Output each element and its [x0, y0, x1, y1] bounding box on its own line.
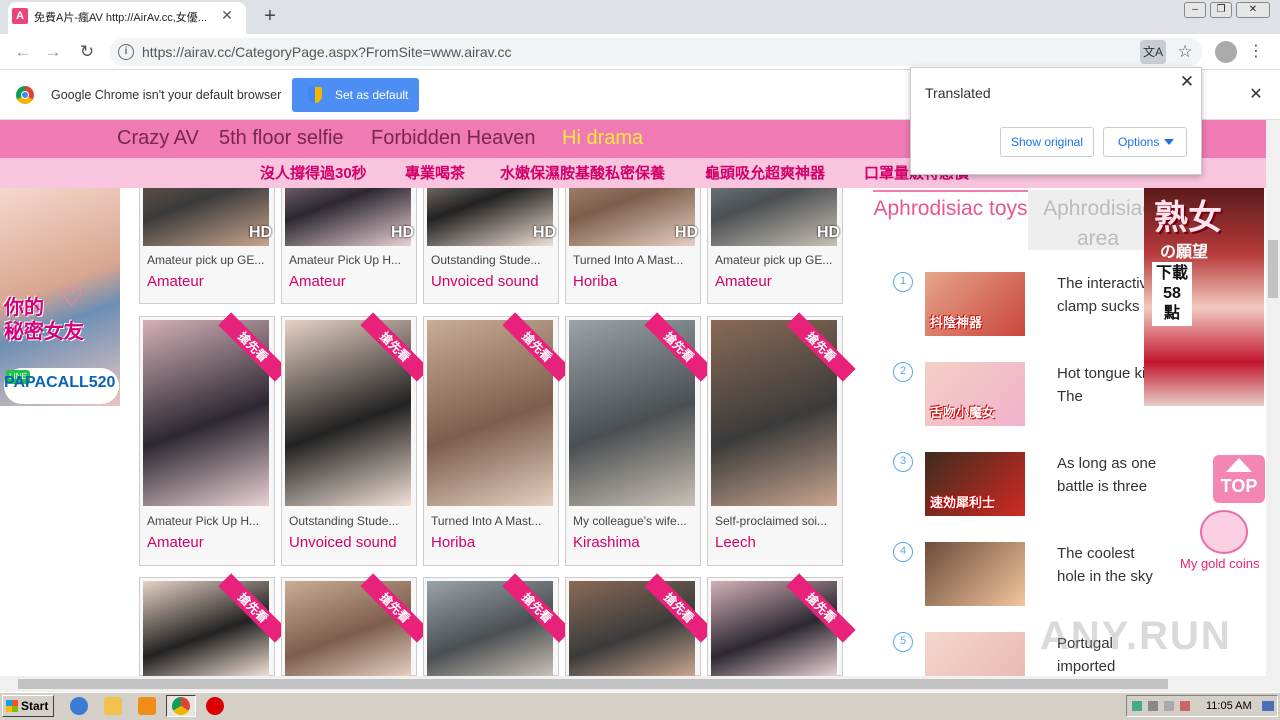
product-thumbnail[interactable] — [925, 542, 1025, 606]
rank-number-badge: 1 — [893, 272, 913, 292]
show-original-button[interactable]: Show original — [1000, 127, 1094, 157]
video-title[interactable]: Amateur Pick Up H... — [289, 253, 411, 267]
tray-flag-icon[interactable] — [1180, 701, 1190, 711]
video-category[interactable]: Horiba — [431, 534, 475, 551]
video-category[interactable]: Amateur — [289, 273, 346, 290]
video-category[interactable]: Kirashima — [573, 534, 640, 551]
security-alert-icon[interactable] — [206, 697, 224, 715]
rank-number-badge: 2 — [893, 362, 913, 382]
hd-badge: HD — [391, 224, 415, 241]
right-ad-title: 熟女 — [1154, 199, 1222, 237]
video-title[interactable]: Amateur pick up GE... — [147, 253, 269, 267]
product-thumbnail-caption: 抖陰神器 — [930, 315, 983, 330]
nav-crazy-av[interactable]: Crazy AV — [117, 127, 199, 150]
gold-coin-mascot-icon[interactable] — [1200, 510, 1248, 554]
nav-forbidden-heaven[interactable]: Forbidden Heaven — [371, 127, 536, 150]
rank-number-badge: 3 — [893, 452, 913, 472]
video-category[interactable]: Leech — [715, 534, 756, 551]
tray-network-icon[interactable] — [1132, 701, 1142, 711]
translate-options-button[interactable]: Options — [1103, 127, 1187, 157]
tray-action-icon[interactable] — [1164, 701, 1174, 711]
product-thumbnail-caption: 速効犀利士 — [930, 495, 996, 510]
promo-link-1[interactable]: 沒人撐得過30秒 — [260, 162, 367, 183]
translate-popup-close-icon[interactable]: ✕ — [1178, 73, 1196, 91]
tab-close-icon[interactable]: ✕ — [218, 6, 236, 24]
bookmark-star-icon[interactable]: ☆ — [1174, 41, 1196, 63]
taskbar-clock: 11:05 AM — [1206, 700, 1252, 712]
windows-logo-icon — [6, 700, 18, 712]
product-description[interactable]: The coolest hole in the sky — [1057, 542, 1167, 588]
my-gold-coins-link[interactable]: My gold coins — [1180, 556, 1259, 571]
uac-shield-icon — [308, 87, 322, 103]
video-title[interactable]: Turned Into A Mast... — [431, 514, 553, 528]
product-thumbnail-caption: 舌吻小魔女 — [930, 405, 996, 420]
heart-icon: ♡ — [60, 282, 84, 312]
media-player-icon[interactable] — [138, 697, 156, 715]
minimize-window-button[interactable]: – — [1184, 2, 1206, 18]
vertical-scroll-thumb[interactable] — [1268, 240, 1278, 298]
rank-number-badge: 5 — [893, 632, 913, 652]
product-description[interactable]: As long as one battle is three — [1057, 452, 1167, 498]
promo-link-2[interactable]: 專業喝茶 — [405, 162, 465, 183]
close-window-button[interactable]: ✕ — [1236, 2, 1270, 18]
video-category[interactable]: Horiba — [573, 273, 617, 290]
maximize-window-button[interactable]: ❐ — [1210, 2, 1232, 18]
internet-explorer-icon[interactable] — [70, 697, 88, 715]
tab-aphrodisiac-toys-label[interactable]: Aphrodisiac toys — [873, 194, 1028, 224]
tray-display-icon[interactable] — [1262, 701, 1274, 711]
left-ad-line-id: PAPACALL520 — [4, 374, 116, 391]
hd-badge: HD — [249, 224, 273, 241]
video-title[interactable]: Outstanding Stude... — [289, 514, 411, 528]
back-button[interactable]: ← — [12, 41, 34, 63]
forward-button[interactable]: → — [42, 41, 64, 63]
video-title[interactable]: My colleague's wife... — [573, 514, 695, 528]
translate-popup — [910, 67, 1202, 175]
horizontal-scroll-thumb[interactable] — [18, 679, 1168, 689]
right-ad-download-badge: 下載 58 點 — [1152, 262, 1192, 326]
anyrun-watermark: ANY.RUN — [1040, 614, 1232, 658]
video-title[interactable]: Turned Into A Mast... — [573, 253, 695, 267]
infobar-message: Google Chrome isn't your default browser — [51, 88, 282, 102]
nav-5th-floor-selfie[interactable]: 5th floor selfie — [219, 127, 344, 150]
back-to-top-label[interactable]: TOP — [1213, 476, 1265, 497]
profile-avatar-icon[interactable] — [1215, 41, 1237, 63]
tab-title: 免費A片-瘋AV http://AirAv.cc,女優... — [34, 12, 207, 24]
set-as-default-label[interactable]: Set as default — [335, 88, 408, 102]
translate-popup-title: Translated — [925, 85, 991, 101]
hd-badge: HD — [817, 224, 841, 241]
video-title[interactable]: Self-proclaimed soi... — [715, 514, 837, 528]
promo-link-3[interactable]: 水嫩保濕胺基酸私密保養 — [500, 162, 665, 183]
video-category[interactable]: Unvoiced sound — [431, 273, 539, 290]
url-text[interactable]: https://airav.cc/CategoryPage.aspx?FromS… — [142, 44, 511, 60]
video-title[interactable]: Outstanding Stude... — [431, 253, 553, 267]
video-category[interactable]: Amateur — [147, 273, 204, 290]
new-tab-button[interactable]: + — [258, 4, 282, 28]
video-category[interactable]: Amateur — [147, 534, 204, 551]
video-category[interactable]: Unvoiced sound — [289, 534, 397, 551]
site-info-icon[interactable]: i — [118, 44, 134, 60]
nav-hi-drama[interactable]: Hi drama — [562, 127, 643, 150]
hd-badge: HD — [675, 224, 699, 241]
promo-link-4[interactable]: 龜頭吸允超爽神器 — [705, 162, 825, 183]
infobar-close-icon[interactable]: ✕ — [1246, 85, 1266, 105]
video-title[interactable]: Amateur Pick Up H... — [147, 514, 269, 528]
video-title[interactable]: Amateur pick up GE... — [715, 253, 837, 267]
vertical-scrollbar[interactable] — [1266, 120, 1280, 692]
chrome-taskbar-icon — [172, 697, 190, 715]
rank-number-badge: 4 — [893, 542, 913, 562]
tray-volume-icon[interactable] — [1148, 701, 1158, 711]
chevron-down-icon — [1164, 139, 1174, 145]
more-menu-icon[interactable]: ⋮ — [1248, 41, 1264, 63]
chrome-logo-center — [21, 91, 29, 99]
right-ad-subtitle: の願望 — [1160, 244, 1209, 261]
translate-icon[interactable]: 文A — [1140, 40, 1166, 64]
video-category[interactable]: Amateur — [715, 273, 772, 290]
file-explorer-icon[interactable] — [104, 697, 122, 715]
hd-badge: HD — [533, 224, 557, 241]
up-arrow-icon — [1226, 458, 1252, 472]
site-favicon-icon: A — [12, 8, 28, 24]
reload-button[interactable]: ↻ — [76, 41, 98, 63]
